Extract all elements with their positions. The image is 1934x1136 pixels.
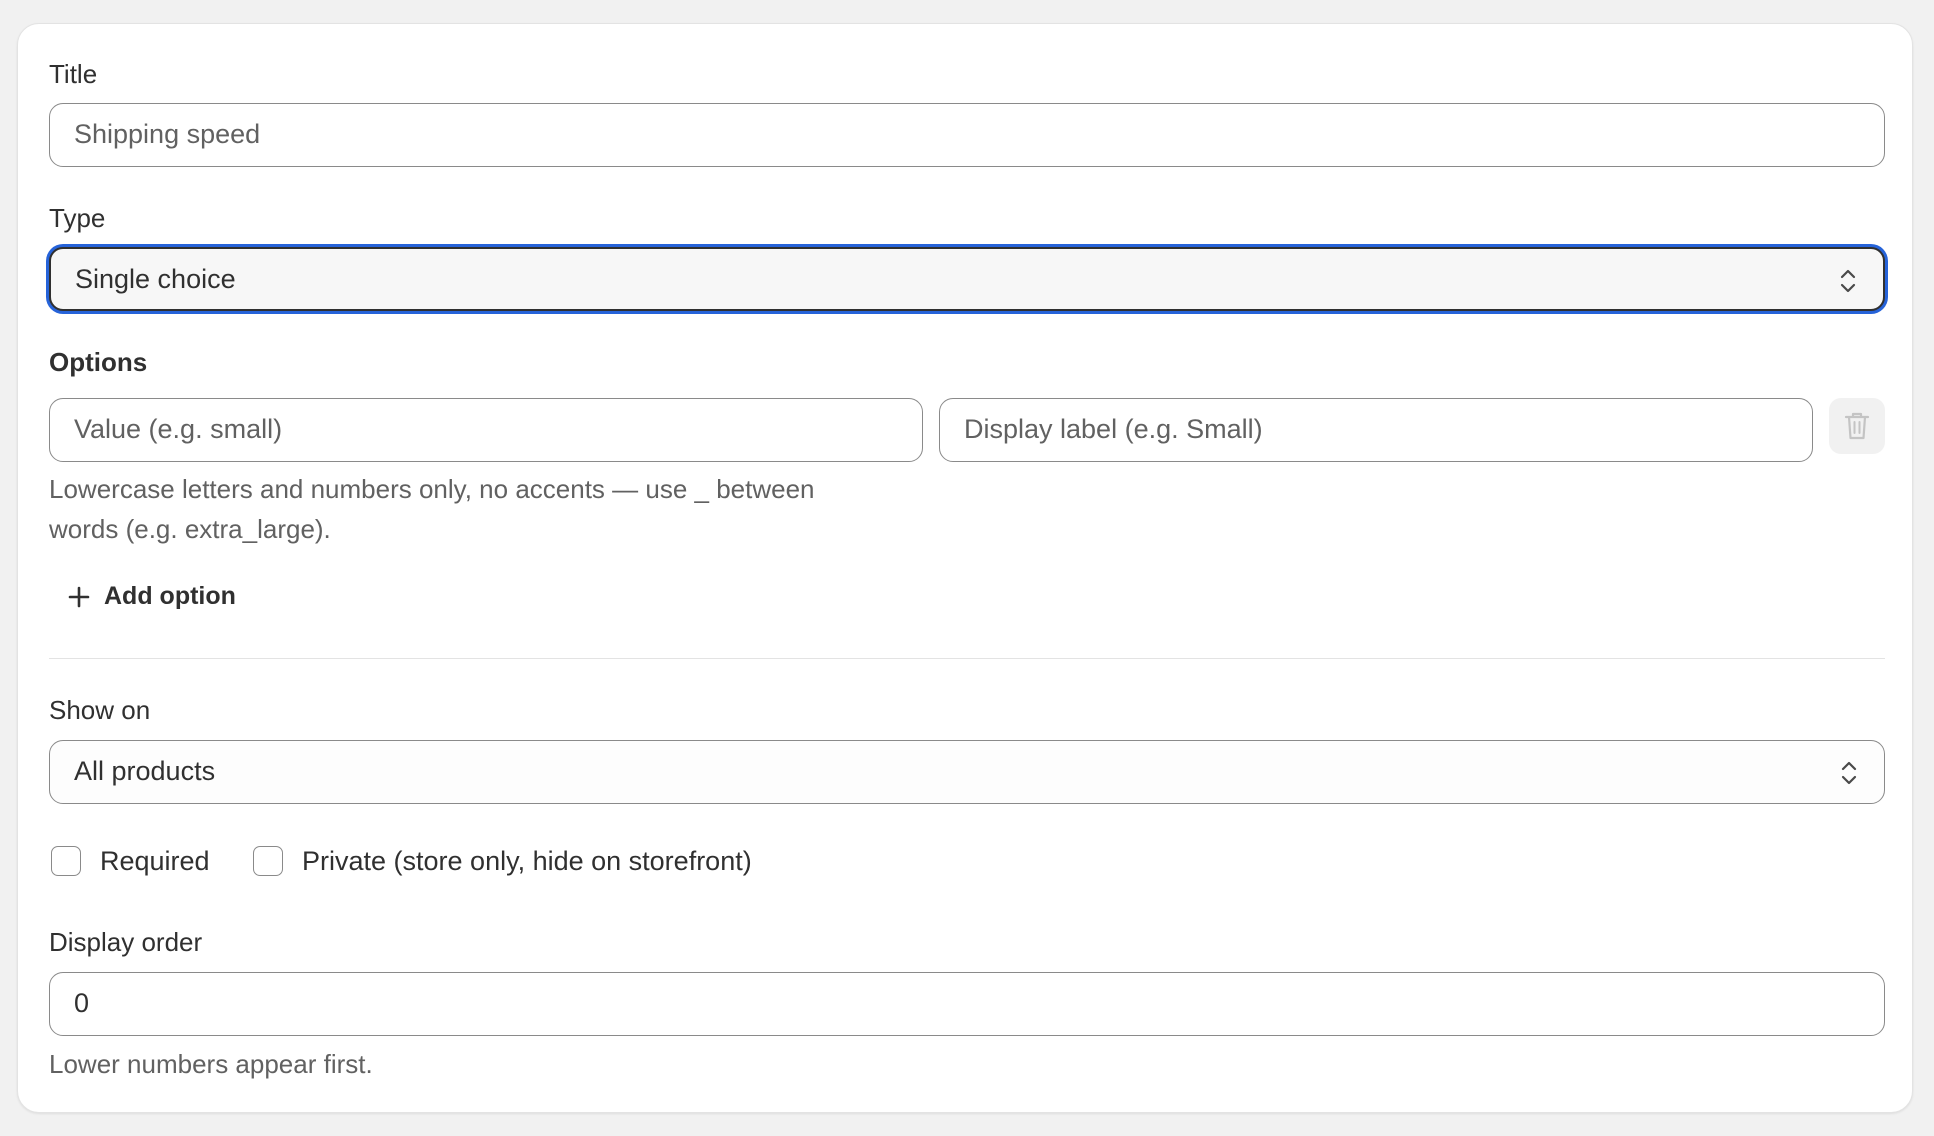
type-label: Type xyxy=(49,203,106,233)
options-help-line2: words (e.g. extra_large). xyxy=(49,514,331,544)
options-label: Options xyxy=(49,347,148,377)
option-display-label-input[interactable]: Display label (e.g. Small) xyxy=(939,398,1813,462)
option-value-input[interactable]: Value (e.g. small) xyxy=(49,398,923,462)
option-display-placeholder: Display label (e.g. Small) xyxy=(964,414,1263,444)
private-checkbox-label[interactable]: Private (store only, hide on storefront) xyxy=(302,844,752,878)
display-order-label: Display order xyxy=(49,927,203,957)
show-on-select[interactable]: All products xyxy=(49,740,1885,804)
plus-icon xyxy=(68,586,90,608)
add-option-button[interactable]: Add option xyxy=(68,579,268,613)
trash-icon xyxy=(1844,412,1870,440)
add-option-label: Add option xyxy=(104,582,236,610)
section-divider xyxy=(49,658,1885,659)
display-order-help: Lower numbers appear first. xyxy=(49,1049,373,1079)
required-checkbox[interactable] xyxy=(51,846,81,876)
type-select-value: Single choice xyxy=(75,264,236,294)
chevron-up-down-icon xyxy=(1841,761,1857,785)
custom-field-form-card: Title Shipping speed Type Single choice … xyxy=(17,23,1913,1113)
title-label: Title xyxy=(49,59,98,89)
show-on-select-value: All products xyxy=(74,756,216,786)
display-order-value: 0 xyxy=(74,988,90,1018)
options-help-line1: Lowercase letters and numbers only, no a… xyxy=(49,474,815,504)
private-checkbox[interactable] xyxy=(253,846,283,876)
chevron-up-down-icon xyxy=(1840,269,1856,293)
title-input-value: Shipping speed xyxy=(74,119,261,149)
delete-option-button[interactable] xyxy=(1829,398,1885,454)
required-checkbox-label[interactable]: Required xyxy=(100,844,210,878)
option-value-placeholder: Value (e.g. small) xyxy=(74,414,283,444)
type-select[interactable]: Single choice xyxy=(49,247,1885,311)
title-input[interactable]: Shipping speed xyxy=(49,103,1885,167)
show-on-label: Show on xyxy=(49,695,151,725)
display-order-input[interactable]: 0 xyxy=(49,972,1885,1036)
